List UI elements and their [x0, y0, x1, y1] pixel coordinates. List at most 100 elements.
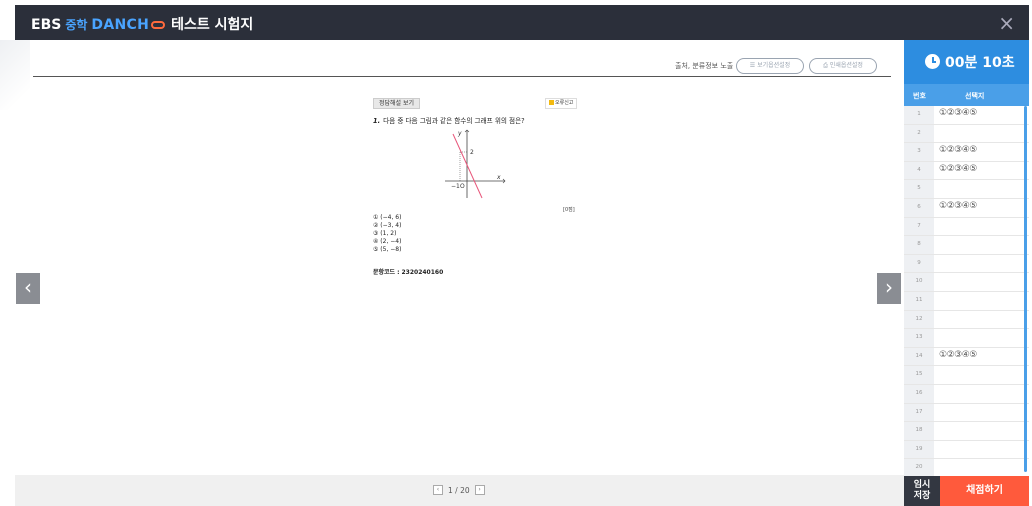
answer-row: 14 ①②③④⑤ — [904, 347, 1029, 367]
choice-4: ④ (2, −4) — [373, 238, 402, 246]
answer-row-number: 19 — [904, 440, 934, 459]
question-stem: 다음 중 다음 그림과 같은 함수의 그래프 위의 점은? — [383, 117, 525, 125]
answer-row-number: 7 — [904, 217, 934, 236]
question-code-label: 문항코드 : — [373, 269, 400, 276]
scrollbar[interactable] — [1024, 106, 1027, 472]
top-bar: EBS 중학 DANCH 테스트 시험지 × — [15, 5, 1029, 40]
brand-ebs: EBS — [31, 17, 62, 33]
decorative-shape — [0, 40, 30, 110]
answer-row-number: 16 — [904, 384, 934, 403]
answer-row: 16 — [904, 384, 1029, 404]
answer-panel: 00분 10초 번호 선택지 1 ①②③④⑤ 2 3 ①②③④⑤ 4 ①②③④⑤ 5 6 ①②③④… — [904, 40, 1029, 506]
answer-row: 15 — [904, 366, 1029, 385]
choice-1: ① (−4, 6) — [373, 214, 402, 221]
answer-row: 5 — [904, 180, 1029, 199]
pager-prev-button[interactable]: ‹ — [433, 485, 443, 495]
footer-bar: ‹ 1 / 20 › — [15, 475, 904, 506]
answer-choices[interactable]: ①②③④⑤ — [939, 145, 977, 155]
prev-question-button[interactable]: ‹ — [16, 273, 40, 304]
answer-row-number: 2 — [904, 124, 934, 143]
timer: 00분 10초 — [904, 40, 1029, 84]
answer-row-number: 8 — [904, 236, 934, 254]
list-icon: ☰ — [749, 62, 758, 69]
clock-icon — [925, 54, 940, 69]
choice-5: ⑤ (5, −8) — [373, 246, 402, 254]
answer-row-number: 15 — [904, 366, 934, 384]
answer-row: 2 — [904, 124, 1029, 144]
print-icon: ⎙ — [823, 62, 830, 69]
answer-row-number: 9 — [904, 254, 934, 273]
answer-row: 19 — [904, 440, 1029, 460]
brand-logo: EBS 중학 DANCH 테스트 시험지 — [31, 14, 253, 34]
show-answer-button[interactable]: 정답해설 보기 — [373, 98, 421, 109]
answer-row-number: 12 — [904, 310, 934, 329]
timer-value: 00분 10초 — [945, 55, 1015, 71]
answer-row-number: 20 — [904, 459, 934, 476]
graph-x-label: x — [496, 174, 501, 181]
answer-row: 8 — [904, 236, 1029, 255]
source-info-toggle[interactable]: 출처, 분류정보 노출 — [675, 61, 733, 71]
graph-y-tick: 2 — [470, 149, 474, 156]
report-error-button[interactable]: 오류신고 — [545, 98, 578, 109]
question-text: 1. 다음 중 다음 그림과 같은 함수의 그래프 위의 점은? — [373, 115, 525, 125]
answer-row-number: 11 — [904, 291, 934, 310]
answer-choices[interactable]: ①②③④⑤ — [939, 201, 977, 211]
brand-mid: 중학 — [65, 18, 88, 32]
view-setting-label: 보기옵션설정 — [757, 62, 791, 69]
next-question-button[interactable]: › — [877, 273, 901, 304]
page-title: 테스트 시험지 — [171, 17, 254, 33]
choice-3: ③ (1, 2) — [373, 230, 397, 238]
graph-y-label: y — [457, 130, 462, 137]
answer-choices[interactable]: ①②③④⑤ — [939, 350, 977, 360]
print-setting-button[interactable]: ⎙ 인쇄옵션설정 — [809, 58, 877, 74]
print-setting-label: 인쇄옵션설정 — [829, 62, 863, 69]
answer-row: 20 — [904, 459, 1029, 476]
temp-save-button[interactable]: 임시 저장 — [904, 476, 940, 506]
question-code-value: 2320240160 — [401, 269, 444, 276]
report-error-label: 오류신고 — [555, 100, 574, 106]
answer-row-number: 10 — [904, 273, 934, 291]
toolbar: 출처, 분류정보 노출 ☰ 보기옵션설정 ⎙ 인쇄옵션설정 — [33, 57, 891, 77]
answer-row-number: 4 — [904, 161, 934, 180]
answer-row-number: 14 — [904, 347, 934, 366]
score-label: [0점] — [563, 207, 575, 213]
answer-row: 6 ①②③④⑤ — [904, 198, 1029, 218]
choice-2: ② (−3, 4) — [373, 222, 402, 230]
pager-next-button[interactable]: › — [474, 485, 485, 495]
choice-list: ① (−4, 6) ② (−3, 4) ③ (1, 2) ④ (2, −4) ⑤… — [373, 214, 401, 254]
col-number: 번호 — [913, 92, 926, 100]
answer-grid: 1 ①②③④⑤ 2 3 ①②③④⑤ 4 ①②③④⑤ 5 6 ①②③④⑤ 7 8 9 10 11 12 13 14 ①… — [904, 106, 1029, 476]
answer-row: 12 — [904, 310, 1029, 330]
answer-row-number: 17 — [904, 403, 934, 422]
answer-row-number: 3 — [904, 143, 934, 161]
answer-choices[interactable]: ①②③④⑤ — [939, 108, 977, 118]
answer-row: 7 — [904, 217, 1029, 237]
answer-choices[interactable]: ①②③④⑤ — [939, 164, 977, 174]
graph-x-tick: −1 — [451, 183, 460, 190]
question-graph: y x 2 −1 O — [445, 129, 506, 199]
grade-button[interactable]: 채점하기 — [940, 476, 1029, 506]
view-setting-button[interactable]: ☰ 보기옵션설정 — [736, 58, 804, 74]
question-number: 1. — [373, 117, 381, 125]
answer-row: 3 ①②③④⑤ — [904, 143, 1029, 162]
pager-current: 1 / 20 — [448, 485, 470, 495]
answer-row: 11 — [904, 291, 1029, 311]
answer-row: 9 — [904, 254, 1029, 274]
question-code: 문항코드 : 2320240160 — [373, 267, 443, 276]
answer-row: 1 ①②③④⑤ — [904, 106, 1029, 125]
graph-origin: O — [460, 183, 465, 190]
infinity-logo-icon — [151, 21, 166, 29]
close-icon[interactable]: × — [998, 11, 1015, 35]
pencil-icon — [549, 100, 554, 105]
col-choice: 선택지 — [965, 92, 985, 100]
answer-row: 13 — [904, 329, 1029, 348]
answer-row: 10 — [904, 273, 1029, 292]
answer-row-number: 5 — [904, 180, 934, 198]
answer-row: 4 ①②③④⑤ — [904, 161, 1029, 181]
answer-row-number: 1 — [904, 106, 934, 124]
brand-danchoo: DANCH — [91, 17, 150, 33]
answer-grid-header: 번호 선택지 — [904, 84, 1029, 106]
answer-row-number: 6 — [904, 198, 934, 217]
pager: ‹ 1 / 20 › — [433, 485, 485, 495]
answer-row: 18 — [904, 422, 1029, 441]
